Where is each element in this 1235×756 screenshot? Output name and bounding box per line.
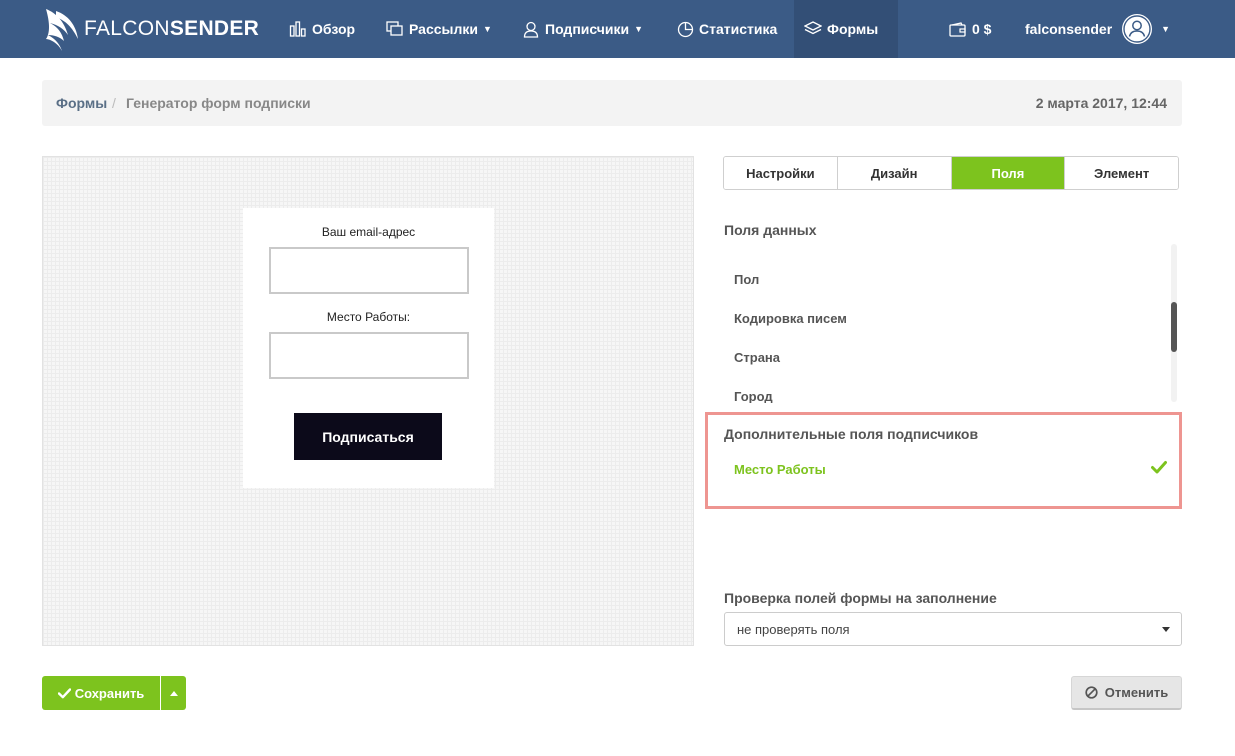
validation-title: Проверка полей формы на заполнение	[724, 590, 997, 606]
tab-design[interactable]: Дизайн	[837, 157, 952, 189]
data-fields-list: Пол Кодировка писем Страна Город	[723, 245, 1178, 403]
nav-item-mailings[interactable]: Рассылки ▼	[376, 0, 502, 58]
wallet-icon	[949, 20, 967, 38]
list-item[interactable]: Страна	[734, 350, 780, 365]
nav-item-label: Статистика	[699, 21, 778, 37]
balance-value: 0 $	[972, 21, 992, 37]
extra-fields-title: Дополнительные поля подписчиков	[724, 426, 979, 442]
data-fields-title: Поля данных	[724, 222, 817, 238]
list-item[interactable]: Город	[734, 389, 773, 403]
pie-chart-icon	[676, 20, 694, 38]
fields-scrollbar-thumb[interactable]	[1171, 302, 1177, 352]
checkmark-icon	[1151, 460, 1167, 479]
nav-item-forms[interactable]: Формы	[794, 0, 898, 58]
user-icon	[522, 20, 540, 38]
cancel-label: Отменить	[1104, 685, 1169, 700]
bar-chart-icon	[289, 20, 307, 38]
nav-item-subscribers[interactable]: Подписчики ▼	[512, 0, 653, 58]
form-preview-panel: Ваш email-адрес Место Работы: Подписатьс…	[42, 156, 694, 646]
list-item[interactable]: Пол	[734, 272, 759, 287]
subscribe-form-preview: Ваш email-адрес Место Работы: Подписатьс…	[243, 208, 494, 488]
copy-icon	[386, 20, 404, 38]
extra-field-item[interactable]: Место Работы	[734, 462, 826, 477]
brand-name: FALCONSENDER	[84, 17, 260, 40]
check-icon	[57, 687, 71, 698]
balance-link[interactable]: 0 $	[939, 0, 1001, 58]
tab-fields[interactable]: Поля	[951, 157, 1066, 189]
cancel-button[interactable]: Отменить	[1071, 676, 1182, 710]
caret-down-icon: ▼	[482, 24, 492, 34]
caret-up-icon	[169, 690, 178, 696]
tab-element[interactable]: Элемент	[1065, 157, 1178, 189]
caret-down-icon	[1162, 627, 1170, 632]
save-button[interactable]: Сохранить	[42, 676, 160, 710]
validation-selected-value: не проверять поля	[737, 622, 850, 637]
email-field[interactable]	[269, 247, 469, 294]
user-menu[interactable]: falconsender ▼	[1015, 0, 1180, 58]
validation-select[interactable]: не проверять поля	[724, 612, 1182, 646]
falcon-logo-icon	[46, 9, 78, 51]
breadcrumb-forms-link[interactable]: Формы	[56, 95, 107, 111]
top-navbar: FALCONSENDER Обзор Рассылки ▼ Подписчики…	[0, 0, 1235, 58]
brand-logo[interactable]: FALCONSENDER	[42, 5, 259, 53]
tab-settings[interactable]: Настройки	[724, 157, 838, 189]
nav-item-label: Формы	[827, 21, 879, 37]
nav-item-label: Рассылки	[409, 21, 478, 37]
current-datetime: 2 марта 2017, 12:44	[1035, 95, 1167, 111]
email-field-label: Ваш email-адрес	[321, 225, 416, 239]
save-label: Сохранить	[74, 685, 145, 701]
nav-item-label: Обзор	[312, 21, 356, 37]
ban-icon	[1085, 686, 1098, 699]
work-field[interactable]	[269, 332, 469, 379]
username: falconsender	[1025, 21, 1113, 37]
list-item[interactable]: Кодировка писем	[734, 311, 847, 326]
breadcrumb-separator: /	[112, 95, 116, 111]
layers-icon	[804, 20, 822, 38]
breadcrumb-current: Генератор форм подписки	[126, 95, 311, 111]
nav-item-statistics[interactable]: Статистика	[666, 0, 787, 58]
nav-item-label: Подписчики	[545, 21, 630, 37]
save-options-button[interactable]	[161, 676, 186, 710]
subscribe-button[interactable]: Подписаться	[294, 413, 442, 460]
caret-down-icon: ▼	[1161, 24, 1171, 34]
avatar	[1122, 14, 1153, 44]
work-field-label: Место Работы:	[326, 310, 411, 324]
nav-item-overview[interactable]: Обзор	[279, 0, 365, 58]
caret-down-icon: ▼	[634, 24, 644, 34]
settings-tabs: Настройки Дизайн Поля Элемент	[723, 156, 1179, 190]
breadcrumb: Формы / Генератор форм подписки 2 марта …	[42, 80, 1182, 126]
